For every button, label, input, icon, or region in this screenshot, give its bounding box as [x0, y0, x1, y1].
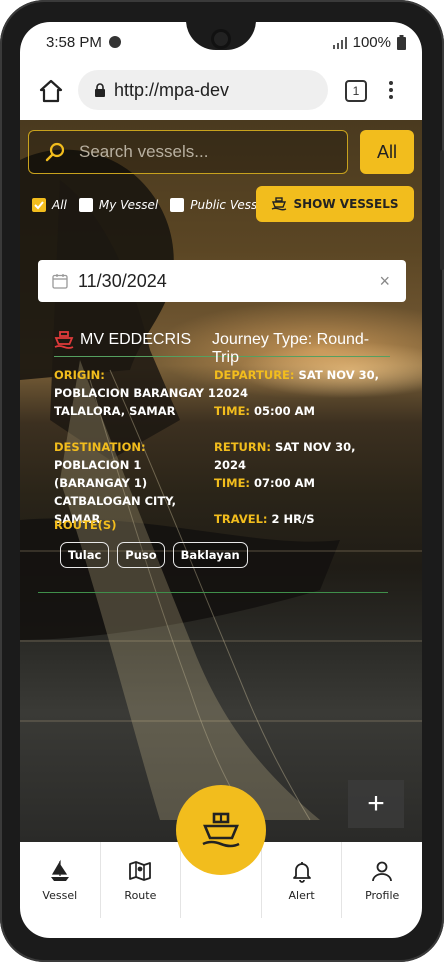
- ship-icon: [202, 812, 240, 848]
- route-chip[interactable]: Baklayan: [172, 542, 248, 568]
- nav-vessel-label: Vessel: [42, 888, 78, 902]
- bell-icon: [292, 861, 311, 883]
- tab-switcher-button[interactable]: 1: [345, 80, 367, 102]
- route-chips: Tulac Puso Baklayan: [60, 542, 248, 568]
- ship-icon: [54, 331, 74, 349]
- search-box: [28, 130, 348, 174]
- signal-icon: [332, 36, 347, 49]
- vessel-card-header: MV EDDECRIS Journey Type: Round-Trip: [54, 328, 390, 366]
- nav-profile[interactable]: Profile: [342, 842, 422, 918]
- origin-line: POBLACION BARANGAY 12024: [54, 386, 248, 400]
- origin-line: TALALORA, SAMAR: [54, 404, 176, 418]
- user-icon: [372, 861, 393, 881]
- route-chip[interactable]: Puso: [117, 542, 165, 568]
- show-vessels-button[interactable]: SHOW VESSELS: [256, 186, 414, 222]
- spotify-icon: [109, 36, 122, 48]
- routes-label: ROUTE(S): [54, 518, 117, 532]
- search-input[interactable]: [77, 141, 331, 163]
- route-chip[interactable]: Tulac: [60, 542, 110, 568]
- clear-date-icon[interactable]: ×: [379, 271, 390, 292]
- address-bar[interactable]: http://mpa-dev: [78, 70, 328, 110]
- date-field[interactable]: 11/30/2024 ×: [38, 260, 406, 302]
- journey-type: Journey Type: Round-Trip: [212, 331, 370, 366]
- destination-block: DESTINATION: POBLACION 1 (BARANGAY 1) CA…: [54, 438, 204, 528]
- sailboat-icon: [50, 859, 69, 881]
- search-icon: [45, 142, 65, 162]
- nav-alert[interactable]: Alert: [262, 842, 343, 918]
- nav-route-label: Route: [124, 888, 157, 902]
- ship-icon: [272, 197, 287, 211]
- checkbox-my-vessel[interactable]: [78, 198, 93, 212]
- destination-label: DESTINATION:: [54, 440, 146, 454]
- nav-vessel[interactable]: Vessel: [20, 842, 101, 918]
- travel-value: 2 HR/S: [271, 512, 315, 526]
- filter-all[interactable]: All: [32, 198, 67, 212]
- check-icon: [34, 201, 44, 210]
- front-camera: [214, 32, 228, 46]
- status-time: 3:58 PM: [46, 34, 122, 51]
- add-button[interactable]: +: [348, 780, 404, 828]
- departure-label: DEPARTURE:: [214, 368, 295, 382]
- destination-line: (BARANGAY 1): [54, 476, 148, 490]
- nav-route[interactable]: Route: [101, 842, 182, 918]
- browser-toolbar: http://mpa-dev 1: [20, 62, 422, 121]
- home-icon[interactable]: [38, 78, 64, 104]
- return-time-value: 07:00 AM: [254, 476, 316, 490]
- water-ripple: [20, 640, 422, 642]
- departure-value: SAT NOV 30,: [298, 368, 380, 382]
- battery-icon: [397, 35, 406, 50]
- browser-menu-icon[interactable]: [388, 78, 394, 102]
- filter-all-label: All: [52, 198, 67, 212]
- vessel-filter-row: All My Vessel Public Vessel: [32, 194, 280, 216]
- status-right: 100%: [332, 34, 406, 51]
- phone-screen: 3:58 PM 100% http://mpa-dev 1 Search ves…: [20, 22, 422, 938]
- vessel-card[interactable]: MV EDDECRIS Journey Type: Round-Trip ORI…: [38, 328, 390, 593]
- travel-label: TRAVEL:: [214, 512, 268, 526]
- checkbox-all[interactable]: [32, 198, 46, 212]
- map-icon: [129, 860, 152, 881]
- url-text: http://mpa-dev: [114, 79, 230, 100]
- origin-block: ORIGIN: POBLACION BARANGAY 12024 TALALOR…: [54, 366, 248, 420]
- departure-block: DEPARTURE: SAT NOV 30, TIME: 05:00 AM: [214, 366, 390, 420]
- nav-alert-label: Alert: [288, 888, 315, 902]
- return-block: RETURN: SAT NOV 30, 2024 TIME: 07:00 AM …: [214, 438, 390, 528]
- status-time-text: 3:58 PM: [46, 34, 102, 51]
- return-time-label: TIME:: [214, 476, 251, 490]
- filter-all-button[interactable]: All: [360, 130, 414, 174]
- origin-label: ORIGIN:: [54, 368, 105, 382]
- filter-public-vessel[interactable]: Public Vessel: [170, 198, 268, 212]
- vessel-list-page: All All My Vessel Public Vessel: [20, 120, 422, 842]
- card-bottom-divider: [38, 592, 388, 593]
- vessel-name: MV EDDECRIS: [80, 331, 192, 348]
- center-ship-button[interactable]: [176, 785, 266, 875]
- destination-line: POBLACION 1: [54, 458, 142, 472]
- checkbox-public-vessel[interactable]: [170, 198, 185, 212]
- calendar-icon: [52, 274, 68, 289]
- lock-icon: [95, 83, 105, 97]
- battery-percent: 100%: [352, 34, 391, 51]
- water-ripple: [20, 720, 422, 722]
- nav-profile-label: Profile: [365, 888, 400, 902]
- filter-my-vessel-label: My Vessel: [98, 198, 159, 212]
- departure-time-label: TIME:: [214, 404, 251, 418]
- date-value: 11/30/2024: [78, 270, 167, 291]
- return-label: RETURN:: [214, 440, 271, 454]
- show-vessels-label: SHOW VESSELS: [293, 197, 399, 211]
- filter-my-vessel[interactable]: My Vessel: [78, 198, 159, 212]
- phone-frame: 3:58 PM 100% http://mpa-dev 1 Search ves…: [0, 0, 444, 962]
- destination-line: CATBALOGAN CITY,: [54, 494, 176, 508]
- departure-time-value: 05:00 AM: [254, 404, 316, 418]
- phone-side-button: [440, 150, 444, 270]
